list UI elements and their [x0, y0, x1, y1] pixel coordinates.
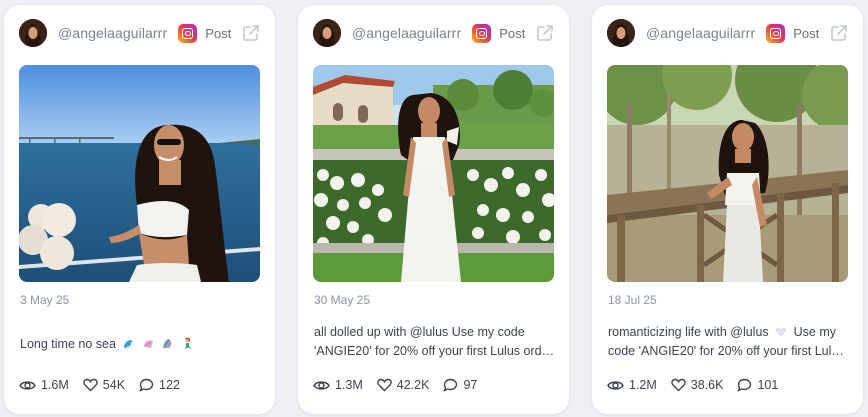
heart-icon	[377, 378, 392, 392]
post-type-label: Post	[499, 25, 526, 41]
mermaid-emoji-icon	[184, 337, 192, 349]
eye-icon	[607, 380, 624, 390]
post-image[interactable]	[19, 65, 260, 282]
post-date: 3 May 25	[20, 293, 70, 307]
instagram-icon	[472, 23, 492, 43]
post-caption: romanticizing life with @lulus Use my co…	[608, 323, 849, 361]
external-link-icon[interactable]	[829, 23, 849, 43]
heart-icon	[83, 378, 98, 392]
post-image[interactable]	[313, 65, 554, 282]
post-card[interactable]: @angelaaguilarrr Post	[592, 5, 863, 414]
shell-emoji-icon	[143, 340, 153, 348]
post-stats: 1.2M 38.6K 101	[607, 378, 792, 392]
eye-icon	[313, 380, 330, 390]
likes-stat: 42.2K	[377, 378, 430, 392]
caption-line: all dolled up with @lulus Use my code	[314, 325, 525, 339]
instagram-icon	[766, 23, 786, 43]
caption-text: romanticizing life with @lulus	[608, 325, 769, 339]
account-handle[interactable]: @angelaaguilarrr	[352, 25, 461, 41]
comments-stat: 97	[443, 378, 477, 392]
comments-stat: 122	[139, 378, 180, 392]
likes-count: 54K	[102, 378, 126, 392]
caption-text: code	[608, 344, 636, 358]
avatar[interactable]	[313, 19, 341, 47]
comments-stat: 101	[737, 378, 778, 392]
comments-count: 122	[159, 378, 180, 392]
post-type-label: Post	[793, 25, 820, 41]
views-stat: 1.6M	[19, 378, 69, 392]
post-card[interactable]: @angelaaguilarrr Post	[4, 5, 275, 414]
external-link-icon[interactable]	[241, 23, 261, 43]
views-stat: 1.2M	[607, 378, 657, 392]
instagram-icon	[178, 23, 198, 43]
heart-emoji-icon	[775, 327, 787, 337]
views-count: 1.2M	[629, 378, 657, 392]
likes-stat: 54K	[83, 378, 125, 392]
post-stats: 1.3M 42.2K 97	[313, 378, 491, 392]
caption-text: Use my	[793, 325, 837, 339]
shell-emoji-icon	[163, 339, 172, 348]
post-card-header: @angelaaguilarrr Post	[19, 18, 261, 48]
external-link-icon[interactable]	[535, 23, 555, 43]
views-count: 1.6M	[41, 378, 69, 392]
views-count: 1.3M	[335, 378, 363, 392]
post-card[interactable]: @angelaaguilarrr Post	[298, 5, 569, 414]
account-handle[interactable]: @angelaaguilarrr	[58, 25, 167, 41]
account-handle[interactable]: @angelaaguilarrr	[646, 25, 755, 41]
dolphin-emoji-icon	[124, 340, 134, 349]
post-caption: Long time no sea	[20, 335, 261, 354]
caption-line: 'ANGIE20' for 20% off your first Lulus o…	[314, 344, 555, 358]
post-type-label: Post	[205, 25, 232, 41]
views-stat: 1.3M	[313, 378, 363, 392]
comments-count: 101	[757, 378, 779, 392]
comment-icon	[737, 378, 752, 392]
post-card-header: @angelaaguilarrr Post	[607, 18, 849, 48]
comment-icon	[139, 378, 154, 392]
post-image[interactable]	[607, 65, 848, 282]
comments-count: 97	[463, 378, 478, 392]
post-card-header: @angelaaguilarrr Post	[313, 18, 555, 48]
post-caption: all dolled up with @lulus Use my code 'A…	[314, 323, 555, 361]
caption-text: 'ANGIE20' for 20% off your first Lulus..…	[638, 344, 849, 358]
likes-count: 38.6K	[690, 378, 724, 392]
caption-text: Long time no sea	[20, 337, 116, 351]
likes-stat: 38.6K	[671, 378, 724, 392]
avatar[interactable]	[607, 19, 635, 47]
avatar[interactable]	[19, 19, 47, 47]
post-stats: 1.6M 54K 122	[19, 378, 194, 392]
heart-icon	[671, 378, 686, 392]
post-date: 30 May 25	[314, 293, 371, 307]
comment-icon	[443, 378, 458, 392]
post-date: 18 Jul 25	[608, 293, 657, 307]
eye-icon	[19, 380, 36, 390]
likes-count: 42.2K	[396, 378, 430, 392]
